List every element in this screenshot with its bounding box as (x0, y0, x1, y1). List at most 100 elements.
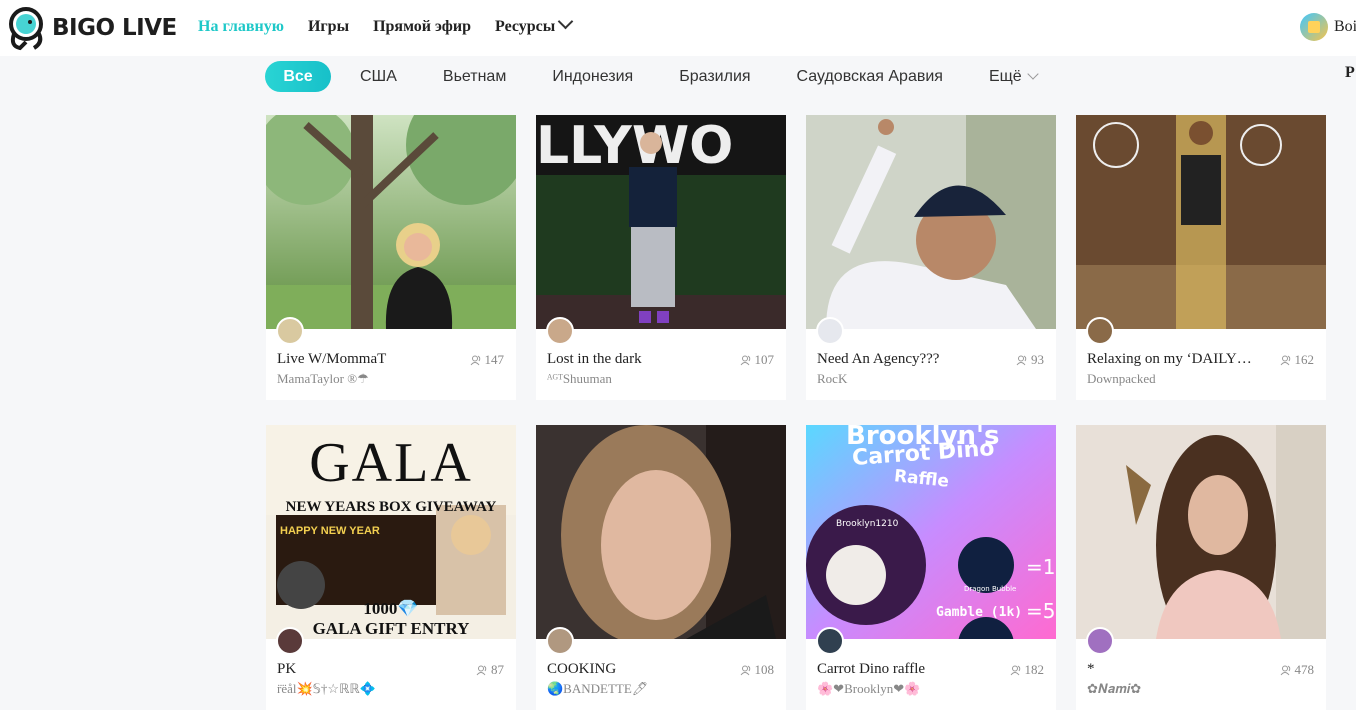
gala-happy-text: HAPPY NEW YEAR (280, 525, 380, 537)
viewer-count: 478 (1280, 662, 1315, 678)
chevron-down-icon (557, 13, 574, 30)
tab-indonesia[interactable]: Индонезия (552, 68, 633, 86)
stream-title: Need An Agency??? (817, 351, 940, 367)
viewer-count-value: 93 (1031, 352, 1044, 367)
tab-vietnam[interactable]: Вьетнам (443, 68, 506, 86)
stream-title: PK (277, 661, 297, 677)
tab-more-label: Ещё (988, 67, 1022, 85)
user-avatar[interactable] (1300, 13, 1328, 41)
dino-gamble-text: Gamble (1k) (936, 605, 1023, 620)
thumbnail-image (1076, 425, 1326, 639)
nav-resources-label: Ресурсы (495, 18, 556, 35)
viewer-count: 147 (470, 352, 505, 368)
side-panel-label: P (1345, 64, 1355, 81)
stream-thumbnail[interactable] (1076, 425, 1326, 639)
host-avatar[interactable] (546, 627, 574, 655)
viewer-count: 87 (476, 662, 504, 678)
top-header: BIGO LIVE На главную Игры Прямой эфир Ре… (0, 0, 1356, 56)
viewer-count: 93 (1016, 352, 1044, 368)
main-nav: На главную Игры Прямой эфир Ресурсы (198, 13, 574, 36)
user-menu[interactable]: Boi (1300, 13, 1356, 41)
chevron-down-icon (1027, 67, 1039, 80)
stream-card[interactable]: LLYWO Lost in the dark 107 ᴬᴳᵀShuuman (536, 115, 786, 400)
dino-eq5-text: =5 (1026, 599, 1056, 623)
nav-resources[interactable]: Ресурсы (495, 13, 574, 36)
viewer-count: 108 (740, 662, 775, 678)
gala-gift-text: GALA GIFT ENTRY (312, 619, 470, 638)
dino-user-text: Brooklyn1210 (836, 519, 899, 529)
thumbnail-image: LLYWO (536, 115, 786, 329)
viewers-icon (1016, 355, 1027, 365)
host-name[interactable]: ✿𝑵𝒂𝒎𝒊✿ (1087, 681, 1141, 697)
nav-games[interactable]: Игры (308, 18, 349, 36)
thumbnail-image (266, 115, 516, 329)
bigo-logo-icon[interactable] (6, 4, 46, 52)
stream-thumbnail[interactable] (806, 115, 1056, 329)
viewer-count-value: 108 (754, 662, 775, 677)
host-name[interactable]: 🌏BANDETTE🖊 (547, 681, 648, 697)
viewer-count-value: 147 (484, 352, 505, 367)
host-name[interactable]: Downpacked (1087, 371, 1156, 387)
stream-card[interactable]: Live W/MommaT 147 MamaTaylor ®☂ (266, 115, 516, 400)
host-name[interactable]: r̈ëål💥𝕊†☆ℝℝ💠 (277, 681, 376, 697)
stream-card[interactable]: Relaxing on my ‘DAILY… 162 Downpacked (1076, 115, 1326, 400)
stream-thumbnail[interactable]: Brooklyn's Carrot Dino Raffle Brooklyn12… (806, 425, 1056, 639)
viewers-icon (476, 665, 487, 675)
host-avatar[interactable] (276, 627, 304, 655)
viewers-icon (740, 665, 750, 675)
thumbnail-image (806, 115, 1056, 329)
nav-live[interactable]: Прямой эфир (373, 18, 471, 36)
dino-bubble-text: Dragon Bubble (964, 585, 1017, 593)
viewer-count: 107 (740, 352, 775, 368)
viewers-icon (1280, 355, 1290, 365)
stream-card[interactable]: Need An Agency??? 93 RocK ✉⃝ (806, 115, 1056, 400)
logo-text[interactable]: BIGO LIVE (52, 15, 177, 41)
viewer-count: 162 (1280, 352, 1315, 368)
tab-usa[interactable]: США (360, 68, 397, 86)
user-name[interactable]: Boi (1334, 18, 1356, 36)
stream-title: COOKING (547, 661, 617, 677)
viewers-icon (1010, 665, 1020, 675)
host-avatar[interactable] (1086, 317, 1114, 345)
viewers-icon (740, 355, 750, 365)
stream-thumbnail[interactable] (266, 115, 516, 329)
viewer-count-value: 162 (1294, 352, 1315, 367)
viewer-count-value: 107 (754, 352, 775, 367)
thumbnail-image (536, 425, 786, 639)
host-name[interactable]: 🌸❤Brooklyn❤🌸 (817, 681, 920, 697)
stream-card[interactable]: * 478 ✿𝑵𝒂𝒎𝒊✿ (1076, 425, 1326, 710)
host-avatar[interactable] (816, 627, 844, 655)
host-avatar[interactable] (1086, 627, 1114, 655)
host-avatar[interactable] (816, 317, 844, 345)
dino-eq1-text: =1 (1026, 555, 1056, 579)
gala-subheading: NEW YEARS BOX GIVEAWAY (285, 499, 497, 515)
tab-saudi-arabia[interactable]: Саудовская Аравия (797, 68, 943, 86)
viewer-count-value: 478 (1294, 662, 1315, 677)
stream-thumbnail[interactable]: LLYWO (536, 115, 786, 329)
gala-entry-amount: 1000💎 (363, 599, 419, 618)
stream-card[interactable]: COOKING 108 🌏BANDETTE🖊 (536, 425, 786, 710)
stream-thumbnail[interactable] (1076, 115, 1326, 329)
gala-heading: GALA (309, 432, 473, 494)
host-name[interactable]: ᴬᴳᵀShuuman (547, 371, 612, 387)
stream-card[interactable]: GALA NEW YEARS BOX GIVEAWAY HAPPY NEW YE… (266, 425, 516, 710)
stream-thumbnail[interactable]: GALA NEW YEARS BOX GIVEAWAY HAPPY NEW YE… (266, 425, 516, 639)
viewers-icon (1280, 665, 1290, 675)
nav-home[interactable]: На главную (198, 18, 284, 36)
host-name[interactable]: RocK ✉⃝ (817, 371, 871, 387)
tab-more[interactable]: Ещё (988, 67, 1039, 86)
host-avatar[interactable] (276, 317, 304, 345)
stream-card[interactable]: Brooklyn's Carrot Dino Raffle Brooklyn12… (806, 425, 1056, 710)
viewer-count: 182 (1010, 662, 1044, 678)
thumbnail-image (1076, 115, 1326, 329)
tab-all[interactable]: Все (265, 61, 331, 92)
host-name[interactable]: MamaTaylor ®☂ (277, 371, 369, 387)
viewers-icon (470, 355, 480, 365)
stream-title: Carrot Dino raffle (817, 661, 926, 677)
stream-title: Live W/MommaT (277, 351, 387, 367)
stream-title: * (1087, 661, 1095, 677)
host-avatar[interactable] (546, 317, 574, 345)
stream-thumbnail[interactable] (536, 425, 786, 639)
tab-brazil[interactable]: Бразилия (679, 68, 750, 86)
country-tabs: Все США Вьетнам Индонезия Бразилия Саудо… (265, 61, 1083, 92)
